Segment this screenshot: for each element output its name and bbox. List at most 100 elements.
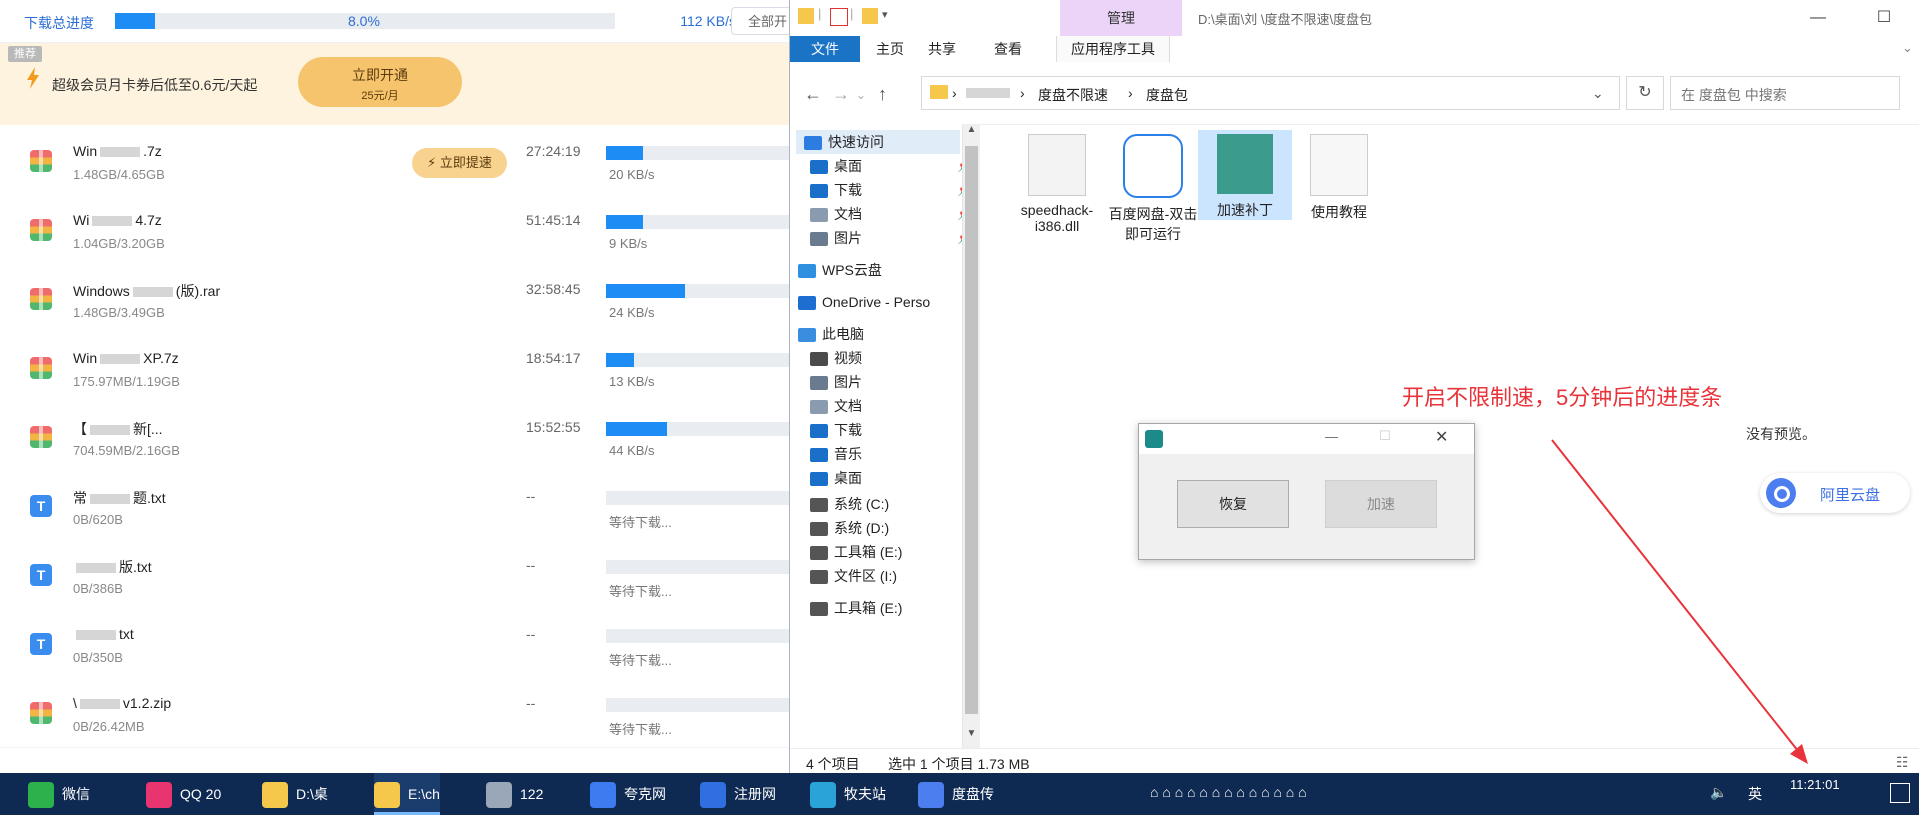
text-file-icon: T: [30, 633, 52, 655]
nav-item[interactable]: WPS云盘: [798, 258, 882, 282]
taskbar-app[interactable]: 122: [486, 773, 543, 815]
row-progress-bar: [606, 422, 790, 436]
file-size: 0B/350B: [73, 650, 123, 665]
nav-item[interactable]: 下载: [810, 418, 862, 442]
address-dropdown-icon[interactable]: ⌄: [1592, 85, 1604, 102]
nav-item[interactable]: 系统 (D:): [810, 516, 889, 540]
file-item[interactable]: speedhack-i386.dll: [1010, 130, 1104, 234]
minimize-icon[interactable]: —: [1798, 4, 1838, 32]
nav-item[interactable]: 图片📌: [810, 226, 972, 250]
video-icon: [810, 352, 828, 367]
clock[interactable]: 11:21:01: [1790, 775, 1840, 794]
selection-info: 选中 1 个项目 1.73 MB: [888, 756, 1030, 772]
tray-icons[interactable]: ⌂ ⌂ ⌂ ⌂ ⌂ ⌂ ⌂ ⌂ ⌂ ⌂ ⌂ ⌂ ⌂: [1150, 784, 1307, 800]
file-name: Win XP.7z: [73, 350, 179, 366]
scroll-down-icon[interactable]: ▼: [965, 728, 978, 746]
taskbar-app[interactable]: QQ 20: [146, 773, 221, 815]
nav-item[interactable]: 音乐: [810, 442, 862, 466]
app-icon: [146, 782, 172, 809]
download-row[interactable]: Win .7z 1.48GB/4.65GB 27:24:19 20 KB/s ⚡ 立即提速: [0, 126, 790, 196]
properties-icon[interactable]: [830, 8, 848, 26]
download-row[interactable]: Ttxt 0B/350B -- 等待下载...: [0, 609, 790, 679]
minimize-icon[interactable]: —: [1325, 429, 1338, 444]
download-row[interactable]: Windows (版).rar 1.48GB/3.49GB 32:58:45 24 KB…: [0, 264, 790, 334]
details-view-icon[interactable]: ☷: [1896, 754, 1909, 771]
file-item[interactable]: 百度网盘-双击即可运行: [1106, 130, 1200, 244]
scroll-up-icon[interactable]: ▲: [965, 124, 978, 142]
close-icon[interactable]: ✕: [1435, 427, 1448, 447]
nav-item[interactable]: 桌面📌: [810, 154, 972, 178]
nav-item[interactable]: 系统 (C:): [810, 492, 889, 516]
scrollbar-thumb[interactable]: [965, 146, 978, 714]
back-icon[interactable]: ←: [804, 84, 822, 105]
tab-app-tools[interactable]: 应用程序工具: [1056, 36, 1170, 62]
open-vip-price: 25元/月: [361, 90, 399, 102]
tab-share[interactable]: 共享: [914, 36, 970, 62]
taskbar-app[interactable]: 微信: [28, 773, 90, 815]
nav-item[interactable]: 视频: [810, 346, 862, 370]
archive-file-icon: [30, 219, 52, 241]
nav-item[interactable]: 文档📌: [810, 202, 972, 226]
taskbar-app[interactable]: 夸克网: [590, 773, 666, 815]
app-icon: [486, 782, 512, 809]
download-row[interactable]: \ v1.2.zip 0B/26.42MB -- 等待下载...: [0, 678, 790, 748]
taskbar-app[interactable]: 度盘传: [918, 773, 994, 815]
download-row[interactable]: T 版.txt 0B/386B -- 等待下载...: [0, 540, 790, 610]
promo-banner: 推荐 超级会员月卡券后低至0.6元/天起 立即开通 25元/月: [0, 43, 790, 125]
archive-file-icon: [30, 702, 52, 724]
new-folder-icon[interactable]: [862, 8, 878, 24]
qat-dropdown-icon[interactable]: ▾: [882, 8, 888, 21]
file-item[interactable]: 加速补丁: [1198, 130, 1292, 220]
crumb-parent[interactable]: 度盘不限速: [1038, 85, 1108, 105]
nav-item[interactable]: OneDrive - Perso: [798, 290, 930, 314]
notification-icon[interactable]: [1890, 783, 1910, 803]
forward-icon[interactable]: →: [832, 84, 850, 105]
restore-button[interactable]: 恢复: [1177, 480, 1289, 528]
row-progress-bar: [606, 284, 790, 298]
file-name: 版.txt: [73, 557, 503, 577]
ribbon-expand-icon[interactable]: ⌄: [1902, 40, 1913, 56]
recent-dropdown-icon[interactable]: ⌄: [856, 88, 866, 102]
nav-item[interactable]: 工具箱 (E:): [810, 596, 902, 620]
open-vip-button[interactable]: 立即开通 25元/月: [298, 57, 462, 107]
time-remaining: 32:58:45: [526, 281, 581, 297]
download-row[interactable]: Wi 4.7z 1.04GB/3.20GB 51:45:14 9 KB/s: [0, 195, 790, 265]
download-row[interactable]: 【新[... 704.59MB/2.16GB 15:52:55 44 KB/s: [0, 402, 790, 472]
nav-item[interactable]: 工具箱 (E:): [810, 540, 902, 564]
search-input[interactable]: 在 度盘包 中搜索: [1670, 76, 1900, 110]
taskbar-app[interactable]: 牧夫站: [810, 773, 886, 815]
tab-view[interactable]: 查看: [980, 36, 1036, 62]
nav-item[interactable]: 快速访问: [796, 130, 960, 154]
download-row[interactable]: Win XP.7z 175.97MB/1.19GB 18:54:17 13 KB/s: [0, 333, 790, 403]
tab-file[interactable]: 文件: [790, 36, 860, 62]
maximize-icon[interactable]: ☐: [1864, 4, 1904, 32]
ime-indicator[interactable]: 英: [1748, 784, 1762, 804]
address-box[interactable]: › › 度盘不限速 › 度盘包 ⌄: [921, 76, 1620, 110]
baidu-netdisk-icon: [1123, 134, 1183, 198]
taskbar-app[interactable]: D:\桌: [262, 773, 328, 815]
volume-icon[interactable]: 🔈: [1710, 784, 1727, 801]
crumb-current[interactable]: 度盘包: [1146, 85, 1188, 105]
folder-icon: [798, 8, 814, 24]
drive-icon: [810, 602, 828, 617]
nav-item[interactable]: 此电脑: [798, 322, 864, 346]
nav-item[interactable]: 下载📌: [810, 178, 972, 202]
nav-item[interactable]: 图片: [810, 370, 862, 394]
tab-home[interactable]: 主页: [862, 36, 918, 62]
speed-patch-dialog: — ☐ ✕ 恢复 加速: [1138, 423, 1475, 560]
taskbar-app[interactable]: 注册网: [700, 773, 776, 815]
all-start-button[interactable]: 全部开: [731, 7, 790, 35]
nav-scrollbar[interactable]: ▲ ▼: [962, 124, 980, 748]
download-icon: [810, 424, 828, 439]
manage-tab-header[interactable]: 管理: [1060, 0, 1182, 36]
promo-text: 超级会员月卡券后低至0.6元/天起: [52, 77, 258, 93]
nav-item[interactable]: 文档: [810, 394, 862, 418]
download-row[interactable]: T 常题.txt 0B/620B -- 等待下载...: [0, 471, 790, 541]
refresh-icon[interactable]: ↻: [1626, 76, 1664, 110]
taskbar-app[interactable]: E:\ch: [374, 773, 440, 815]
file-item[interactable]: 使用教程: [1292, 130, 1386, 222]
nav-item[interactable]: 文件区 (I:): [810, 564, 897, 588]
up-icon[interactable]: ↑: [878, 84, 887, 105]
nav-item[interactable]: 桌面: [810, 466, 862, 490]
boost-button[interactable]: ⚡ 立即提速: [412, 148, 507, 178]
